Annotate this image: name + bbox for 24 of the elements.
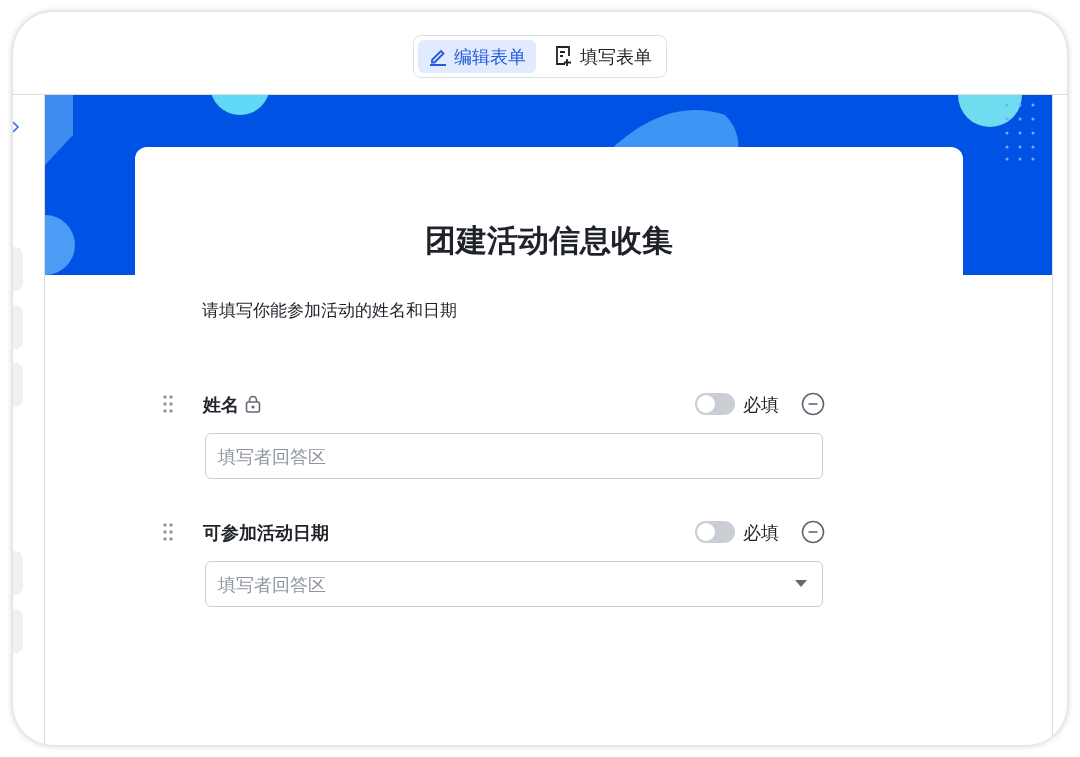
sidebar-item[interactable] [13,551,23,595]
sidebar-item[interactable] [13,247,23,291]
chevron-icon[interactable] [13,121,19,133]
remove-icon[interactable] [801,520,825,544]
tab[interactable]: 编辑表单 [418,39,536,73]
sidebar-item[interactable] [13,609,23,653]
remove-icon[interactable] [801,392,825,416]
sidebar-item[interactable] [13,363,23,407]
form-description: 请填写你能参加活动的姓名和日期 [202,298,458,322]
tab[interactable]: 填写表单 [544,39,662,73]
required-toggle[interactable] [695,393,735,415]
field-label: 姓名 [203,392,239,417]
field-label: 可参加活动日期 [203,520,329,545]
required-toggle[interactable] [695,521,735,543]
required-label: 必填 [743,392,779,417]
caret-icon [795,580,807,588]
answer-field[interactable]: 填写者回答区 [205,561,823,607]
sidebar-item[interactable] [13,305,23,349]
required-label: 必填 [743,520,779,545]
drag-handle-icon[interactable] [163,523,173,541]
document-plus-icon [554,45,574,67]
answer-field[interactable]: 填写者回答区 [205,433,823,479]
drag-handle-icon[interactable] [163,395,173,413]
form-title: 团建活动信息收集 [424,221,674,260]
